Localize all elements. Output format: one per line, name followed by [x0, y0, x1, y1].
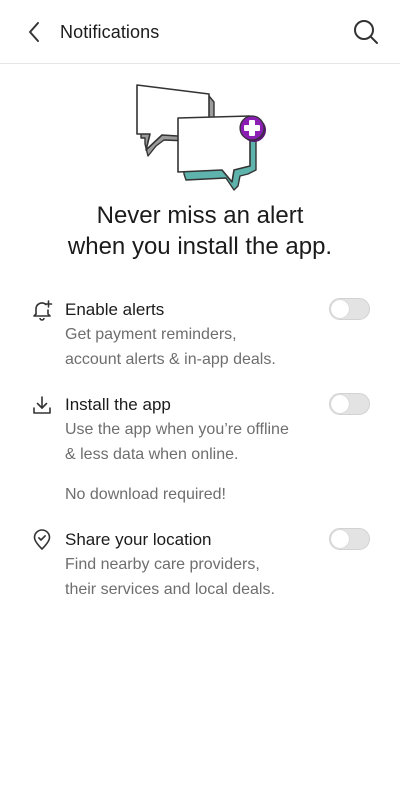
toggle-knob	[331, 395, 349, 413]
option-description: Find nearby care providers, their servic…	[65, 552, 335, 602]
option-enable-alerts: Enable alerts Get payment reminders, acc…	[0, 298, 400, 378]
headline-line-1: Never miss an alert	[96, 202, 304, 229]
search-button[interactable]	[352, 18, 380, 46]
location-check-icon	[33, 529, 51, 550]
option-title: Enable alerts	[65, 300, 165, 319]
option-description-line-1: Find nearby care providers,	[65, 556, 260, 573]
search-icon	[354, 20, 378, 44]
option-description: Get payment reminders, account alerts & …	[65, 322, 335, 372]
option-description-line-1: Get payment reminders,	[65, 326, 237, 343]
download-icon	[33, 396, 51, 414]
chat-bubbles-image	[136, 84, 266, 191]
toggle-knob	[331, 300, 349, 318]
headline: Never miss an alert when you install the…	[0, 200, 400, 262]
option-install-app: Install the app Use the app when you’re …	[0, 393, 400, 473]
share-location-toggle[interactable]	[329, 528, 370, 550]
enable-alerts-toggle[interactable]	[329, 298, 370, 320]
option-share-location: Share your location Find nearby care pro…	[0, 528, 400, 608]
option-title: Install the app	[65, 395, 171, 414]
option-description-line-2: account alerts & in-app deals.	[65, 351, 276, 368]
install-app-toggle[interactable]	[329, 393, 370, 415]
option-description-line-1: Use the app when you’re offline	[65, 421, 289, 438]
back-button[interactable]	[20, 18, 48, 46]
page-title: Notifications	[60, 22, 160, 42]
option-description-line-2: their services and local deals.	[65, 581, 275, 598]
app-header: Notifications	[0, 0, 400, 64]
option-description-line-2: & less data when online.	[65, 446, 239, 463]
no-download-note: No download required!	[65, 486, 226, 503]
option-description: Use the app when you’re offline & less d…	[65, 417, 335, 467]
headline-line-2: when you install the app.	[67, 233, 333, 260]
chat-bubbles-illustration	[130, 82, 270, 194]
bell-plus-icon	[33, 300, 53, 321]
chevron-left-icon	[29, 22, 39, 42]
notifications-screen: Notifications Never miss an alert when y…	[0, 0, 400, 800]
toggle-knob	[331, 530, 349, 548]
option-title: Share your location	[65, 530, 212, 549]
